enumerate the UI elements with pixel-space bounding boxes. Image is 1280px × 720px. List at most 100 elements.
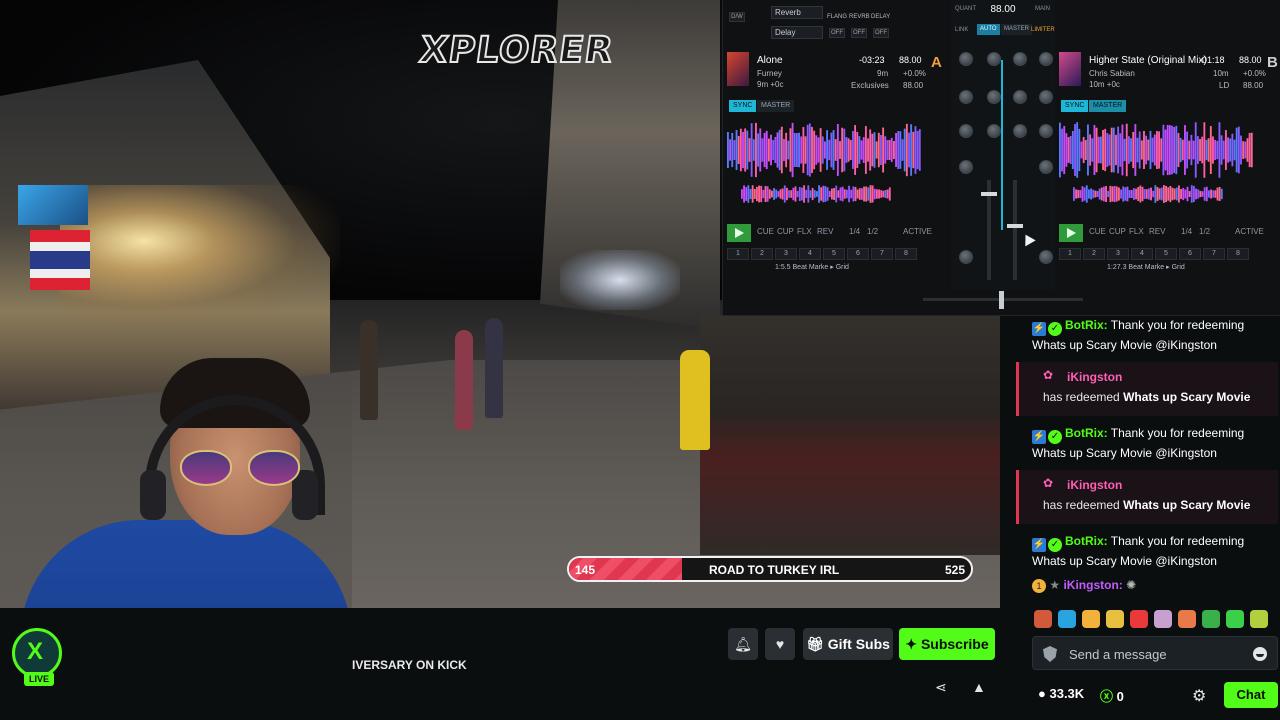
channel-avatar[interactable]: [12, 628, 62, 678]
hotcue-a-3[interactable]: 3: [775, 248, 797, 260]
auto-button[interactable]: AUTO: [977, 24, 1000, 35]
flx-button-b[interactable]: FLX: [1129, 227, 1144, 236]
hotcue-b-3[interactable]: 3: [1107, 248, 1129, 260]
emote-bar: [1034, 610, 1274, 630]
channel-fader-b-cap[interactable]: [1007, 224, 1023, 228]
mixer-knob[interactable]: [959, 160, 973, 174]
emote-icon[interactable]: [1250, 610, 1268, 628]
channel-points[interactable]: ⓧ 0: [1100, 686, 1124, 705]
mixer-knob[interactable]: [1013, 90, 1027, 104]
play-button-b[interactable]: [1059, 224, 1083, 242]
subscribe-button[interactable]: ✦ Subscribe: [899, 628, 995, 660]
mixer-knob[interactable]: [959, 90, 973, 104]
rev-button-a[interactable]: REV: [817, 227, 833, 236]
mixer-master-button[interactable]: MASTER: [1001, 24, 1033, 35]
loop-half-b[interactable]: 1/2: [1199, 227, 1210, 236]
chat-username[interactable]: iKingston:: [1063, 578, 1122, 592]
heart-icon[interactable]: ♥: [765, 628, 795, 660]
redeem-username[interactable]: iKingston: [1067, 370, 1122, 384]
rev-button-b[interactable]: REV: [1149, 227, 1165, 236]
cup-button-b[interactable]: CUP: [1109, 227, 1126, 236]
hotcue-a-4[interactable]: 4: [799, 248, 821, 260]
emote-icon[interactable]: [1082, 610, 1100, 628]
cup-button-a[interactable]: CUP: [777, 227, 794, 236]
loop-half-a[interactable]: 1/2: [867, 227, 878, 236]
fx-select-a1[interactable]: Reverb: [771, 6, 823, 19]
emote-icon[interactable]: [1226, 610, 1244, 628]
chat-send-button[interactable]: Chat: [1224, 682, 1278, 708]
loop-quarter-b[interactable]: 1/4: [1181, 227, 1192, 236]
mixer-knob[interactable]: [959, 250, 973, 264]
cue-button-b[interactable]: CUE: [1089, 227, 1106, 236]
sync-button-b[interactable]: SYNC: [1061, 100, 1089, 112]
redeem-username[interactable]: iKingston: [1067, 478, 1122, 492]
fx-dw-a[interactable]: D/W: [729, 12, 745, 22]
active-button-b[interactable]: ACTIVE: [1235, 227, 1264, 236]
cue-button-a[interactable]: CUE: [757, 227, 774, 236]
hotcue-b-7[interactable]: 7: [1203, 248, 1225, 260]
waveform-overview-b[interactable]: [1073, 185, 1223, 203]
crossfader-cap[interactable]: [999, 291, 1004, 309]
chat-input[interactable]: Send a message: [1032, 636, 1278, 670]
chat-message: ⚡ ✓ BotRix: Thank you for redeeming Whats …: [1032, 316, 1272, 354]
master-button-b[interactable]: MASTER: [1089, 100, 1127, 112]
master-button-a[interactable]: MASTER: [757, 100, 795, 112]
hotcue-a-2[interactable]: 2: [751, 248, 773, 260]
mixer-knob[interactable]: [987, 52, 1001, 66]
hotcue-a-6[interactable]: 6: [847, 248, 869, 260]
emoji-icon[interactable]: [1253, 647, 1267, 661]
gift-subs-button[interactable]: 🎁︎ Gift Subs: [803, 628, 893, 660]
emote-icon[interactable]: [1202, 610, 1220, 628]
emote-icon[interactable]: [1130, 610, 1148, 628]
hotcue-b-2[interactable]: 2: [1083, 248, 1105, 260]
hotcue-a-5[interactable]: 5: [823, 248, 845, 260]
channel-fader-b[interactable]: [1013, 180, 1017, 280]
hotcue-a-7[interactable]: 7: [871, 248, 893, 260]
mixer-knob[interactable]: [1039, 250, 1053, 264]
hotcue-b-1[interactable]: 1: [1059, 248, 1081, 260]
mixer-knob[interactable]: [987, 90, 1001, 104]
emote-icon[interactable]: [1106, 610, 1124, 628]
fx-off-2[interactable]: OFF: [851, 28, 867, 38]
hotcue-b-8[interactable]: 8: [1227, 248, 1249, 260]
hotcue-a-8[interactable]: 8: [895, 248, 917, 260]
hotcue-a-1[interactable]: 1: [727, 248, 749, 260]
mixer-knob[interactable]: [959, 52, 973, 66]
mixer-knob[interactable]: [1013, 124, 1027, 138]
share-icon[interactable]: ⋖: [935, 679, 947, 696]
flx-button-a[interactable]: FLX: [797, 227, 812, 236]
sync-button-a[interactable]: SYNC: [729, 100, 757, 112]
hotcue-b-4[interactable]: 4: [1131, 248, 1153, 260]
emote-icon[interactable]: [1178, 610, 1196, 628]
chat-username[interactable]: BotRix:: [1065, 534, 1108, 548]
channel-fader-a-cap[interactable]: [981, 192, 997, 196]
fx-select-a2[interactable]: Delay: [771, 26, 823, 39]
hotcue-b-6[interactable]: 6: [1179, 248, 1201, 260]
mixer-knob[interactable]: [987, 124, 1001, 138]
mixer-knob[interactable]: [1039, 90, 1053, 104]
mixer-knob[interactable]: [1039, 124, 1053, 138]
bell-icon[interactable]: 🔔︎: [728, 628, 758, 660]
emote-icon[interactable]: [1034, 610, 1052, 628]
loop-quarter-a[interactable]: 1/4: [849, 227, 860, 236]
active-button-a[interactable]: ACTIVE: [903, 227, 932, 236]
fx-off-1[interactable]: OFF: [829, 28, 845, 38]
chat-text-2: Whats up Scary Movie @iKingston: [1032, 338, 1217, 352]
mixer-knob[interactable]: [1013, 52, 1027, 66]
chat-username[interactable]: BotRix:: [1065, 318, 1108, 332]
chat-username[interactable]: BotRix:: [1065, 426, 1108, 440]
deck-b: Higher State (Original Mix) Chris Sabian…: [1059, 48, 1280, 278]
mixer-knob[interactable]: [1039, 52, 1053, 66]
video-screen-sign: [18, 185, 88, 225]
report-icon[interactable]: ▲: [972, 679, 986, 695]
mixer-knob[interactable]: [1039, 160, 1053, 174]
gear-icon[interactable]: ⚙: [1192, 686, 1206, 706]
waveform-overview-a[interactable]: [741, 185, 891, 203]
stream-info-bar: [0, 608, 1016, 720]
mixer-knob[interactable]: [959, 124, 973, 138]
fx-off-3[interactable]: OFF: [873, 28, 889, 38]
emote-icon[interactable]: [1154, 610, 1172, 628]
play-button-a[interactable]: [727, 224, 751, 242]
emote-icon[interactable]: [1058, 610, 1076, 628]
hotcue-b-5[interactable]: 5: [1155, 248, 1177, 260]
